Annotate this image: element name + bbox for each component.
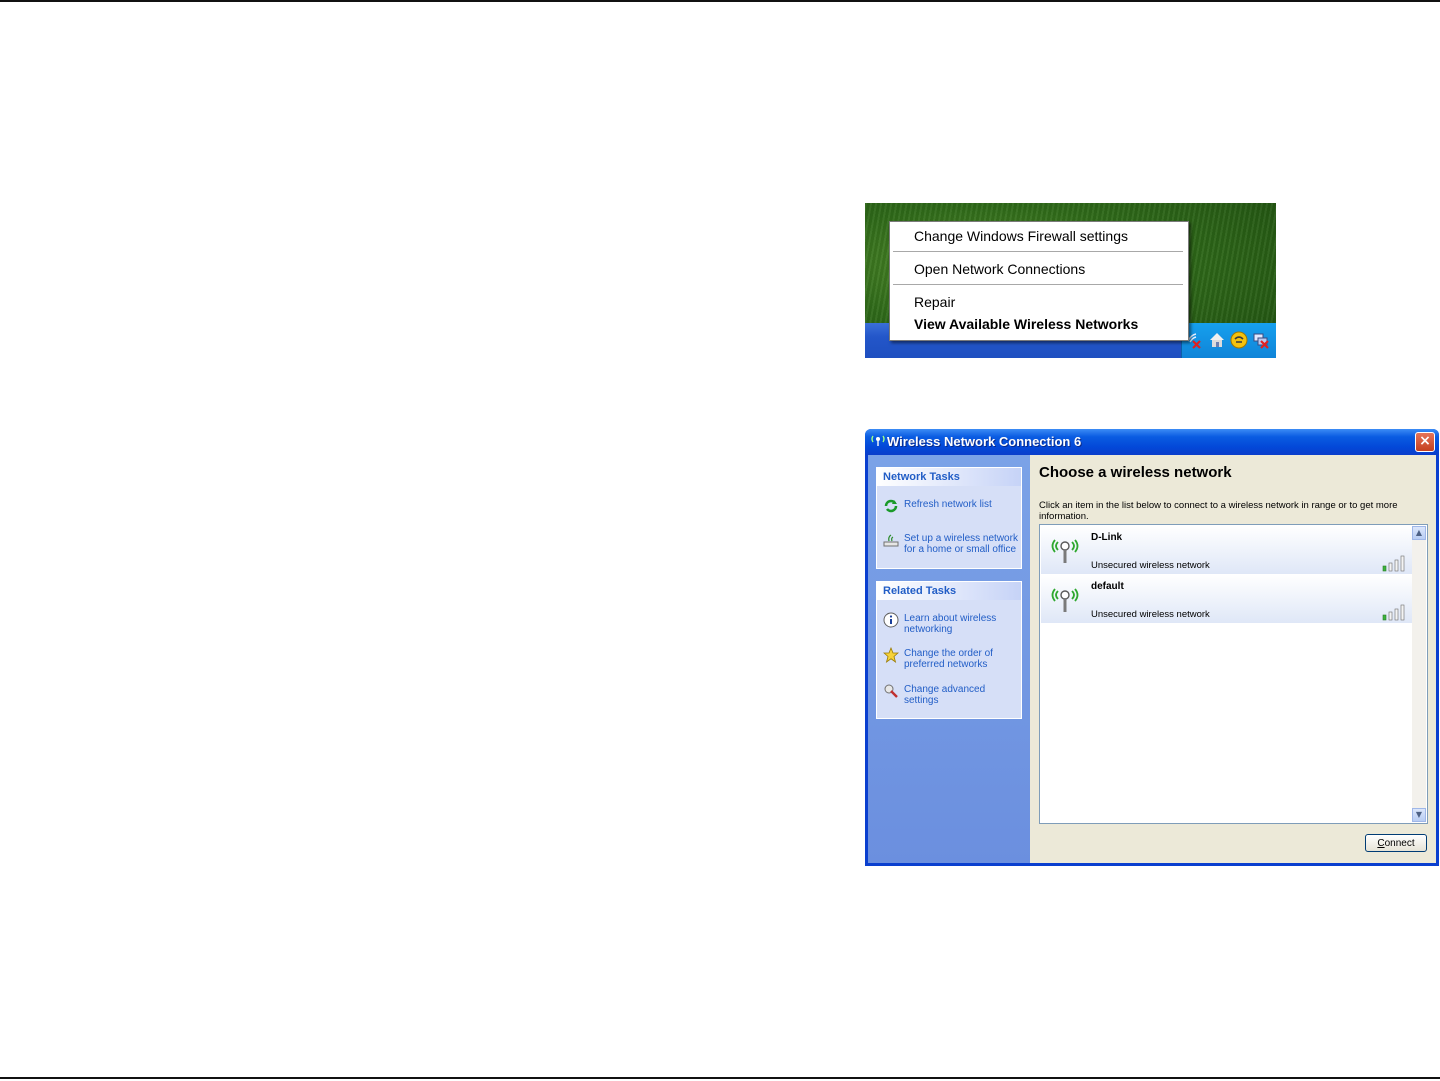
- security-alert-icon[interactable]: [1230, 331, 1248, 349]
- related-tasks-header[interactable]: Related Tasks: [877, 582, 1021, 600]
- star-icon: [882, 646, 900, 663]
- setup-network-icon: [883, 532, 899, 548]
- network-tasks-header[interactable]: Network Tasks: [877, 468, 1021, 486]
- top-rule: [0, 0, 1440, 2]
- refresh-icon: [883, 498, 899, 514]
- signal-strength-icon: [1382, 555, 1405, 572]
- page-title: Choose a wireless network: [1039, 464, 1232, 481]
- wireless-antenna-icon: [1051, 539, 1079, 563]
- menu-separator: [893, 284, 1183, 285]
- context-menu: Change Windows Firewall settings Open Ne…: [889, 221, 1189, 341]
- menu-item-open-network-connections[interactable]: Open Network Connections: [914, 261, 1085, 277]
- task-label: Learn about wireless networking: [904, 613, 997, 635]
- settings-icon: [883, 683, 899, 699]
- wireless-antenna-icon: [1051, 588, 1079, 612]
- network-list-pane: Choose a wireless network Click an item …: [1030, 455, 1436, 863]
- task-label: Set up a wireless network for a home or …: [904, 533, 1018, 555]
- list-scrollbar[interactable]: ▲ ▼: [1412, 526, 1426, 822]
- wireless-connection-window: Wireless Network Connection 6 × Network …: [865, 429, 1439, 866]
- network-name: D-Link: [1091, 532, 1123, 543]
- window-title: Wireless Network Connection 6: [887, 434, 1082, 449]
- signal-strength-icon: [1382, 604, 1405, 621]
- bottom-rule: [0, 1077, 1440, 1079]
- task-label: Refresh network list: [904, 499, 992, 510]
- wireless-network-list[interactable]: D-Link Unsecured wireless network defaul…: [1039, 524, 1428, 824]
- network-security-status: Unsecured wireless network: [1091, 609, 1210, 620]
- menu-item-view-wireless-networks[interactable]: View Available Wireless Networks: [914, 316, 1138, 332]
- menu-item-repair[interactable]: Repair: [914, 294, 955, 310]
- network-name: default: [1091, 581, 1124, 592]
- connect-accesskey: C: [1377, 838, 1385, 849]
- task-pane: Network Tasks Refresh network list Set u…: [868, 455, 1030, 863]
- window-titlebar[interactable]: Wireless Network Connection 6 ×: [865, 429, 1439, 455]
- connect-label: onnect: [1384, 838, 1415, 849]
- scroll-up-icon[interactable]: ▲: [1412, 526, 1426, 540]
- tray-menu-screenshot: Change Windows Firewall settings Open Ne…: [865, 203, 1276, 358]
- task-label: Change advanced settings: [904, 684, 986, 706]
- instructions-text: Click an item in the list below to conne…: [1039, 500, 1398, 522]
- scroll-down-icon[interactable]: ▼: [1412, 808, 1426, 822]
- close-button[interactable]: ×: [1415, 432, 1435, 452]
- network-list-item[interactable]: default Unsecured wireless network: [1041, 575, 1412, 623]
- connect-button[interactable]: Connect: [1365, 834, 1427, 852]
- network-disconnected-icon[interactable]: [1252, 331, 1270, 349]
- info-icon: [883, 612, 899, 628]
- menu-separator: [893, 251, 1183, 252]
- network-tasks-box: Network Tasks Refresh network list Set u…: [876, 467, 1022, 569]
- related-tasks-box: Related Tasks Learn about wireless netwo…: [876, 581, 1022, 719]
- network-list-item[interactable]: D-Link Unsecured wireless network: [1041, 526, 1412, 574]
- wireless-title-icon: [870, 433, 886, 450]
- home-icon[interactable]: [1208, 331, 1226, 349]
- task-label: Change the order of preferred networks: [904, 648, 993, 670]
- network-security-status: Unsecured wireless network: [1091, 560, 1210, 571]
- menu-item-firewall-settings[interactable]: Change Windows Firewall settings: [914, 228, 1128, 244]
